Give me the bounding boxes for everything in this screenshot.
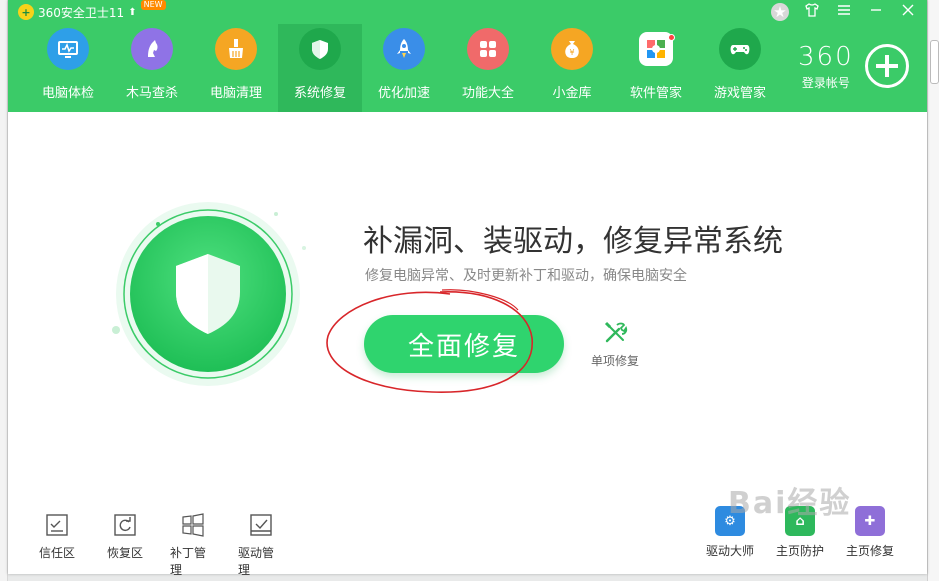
app-name: 360安全卫士11 (38, 5, 125, 20)
nav-label: 电脑清理 (209, 86, 262, 101)
new-badge: NEW (140, 0, 166, 10)
medal-icon[interactable]: ★ (771, 3, 789, 21)
horse-icon (131, 28, 173, 70)
close-icon[interactable] (899, 3, 917, 21)
tool-label: 信任区 (38, 546, 75, 560)
tool-driver-master[interactable]: ⚙ 驱动大师 (705, 506, 755, 559)
rocket-icon (383, 28, 425, 70)
broom-icon (215, 28, 257, 70)
nav-label: 功能大全 (461, 86, 514, 101)
apps-icon (639, 32, 675, 66)
menu-icon[interactable] (835, 3, 853, 21)
single-repair-label: 单项修复 (591, 354, 640, 368)
bottom-right-tools: ⚙ 驱动大师 ⌂ 主页防护 ✚ 主页修复 (705, 506, 895, 559)
tool-restore-zone[interactable]: 恢复区 (102, 512, 148, 578)
grid-icon (467, 28, 509, 70)
tool-trust-zone[interactable]: 信任区 (34, 512, 80, 578)
upgrade-arrow-icon[interactable]: ⬆ (128, 7, 136, 18)
main-nav: 电脑体检 木马查杀 电脑清理 系统修复 优化加速 功能大全 ¥ 小金库 软件管家… (26, 24, 782, 112)
nav-item-software[interactable]: 软件管家 (614, 24, 698, 112)
full-repair-button[interactable]: 全面修复 (364, 315, 564, 373)
brand-logo: 360 (798, 42, 854, 72)
login-area[interactable]: 360 登录帐号 (798, 44, 854, 91)
notification-dot (668, 34, 675, 41)
tool-driver-manage[interactable]: 驱动管理 (238, 512, 284, 578)
nav-item-cleanup[interactable]: 电脑清理 (194, 24, 278, 112)
nav-label: 游戏管家 (713, 86, 766, 101)
svg-text:¥: ¥ (569, 48, 574, 57)
tool-label: 驱动大师 (705, 544, 754, 558)
tool-label: 驱动管理 (238, 546, 275, 577)
nav-label: 电脑体检 (41, 86, 94, 101)
app-logo-icon: + (18, 4, 34, 20)
repair-shield-graphic (108, 196, 308, 396)
nav-item-system-repair[interactable]: 系统修复 (278, 24, 362, 112)
background-app-right (927, 0, 939, 581)
app-window: + 360安全卫士11 ⬆ NEW ★ 电脑体检 木马查杀 电脑清理 系统修复 … (8, 0, 927, 577)
background-app-left (0, 0, 8, 581)
gamepad-icon (719, 28, 761, 70)
tool-label: 补丁管理 (170, 546, 207, 577)
tool-homepage-repair[interactable]: ✚ 主页修复 (845, 506, 895, 559)
restore-zone-icon (114, 514, 136, 536)
nav-label: 小金库 (552, 86, 592, 101)
tool-patch-manage[interactable]: 补丁管理 (170, 512, 216, 578)
nav-label: 软件管家 (629, 86, 682, 101)
tools-icon (604, 321, 628, 343)
tool-homepage-protect[interactable]: ⌂ 主页防护 (775, 506, 825, 559)
tool-label: 主页防护 (775, 544, 824, 558)
background-scrollbar (930, 40, 939, 84)
monitor-icon (47, 28, 89, 70)
nav-label: 系统修复 (293, 86, 346, 101)
title-bar: + 360安全卫士11 ⬆ NEW ★ 电脑体检 木马查杀 电脑清理 系统修复 … (8, 0, 927, 112)
nav-item-games[interactable]: 游戏管家 (698, 24, 782, 112)
homepage-protect-icon: ⌂ (785, 506, 815, 536)
page-headline: 补漏洞、装驱动，修复异常系统 (363, 224, 783, 259)
screen: + 360安全卫士11 ⬆ NEW ★ 电脑体检 木马查杀 电脑清理 系统修复 … (0, 0, 939, 581)
skin-icon[interactable] (803, 2, 821, 22)
shield-icon (299, 28, 341, 70)
driver-master-icon: ⚙ (715, 506, 745, 536)
patch-manage-icon (182, 513, 204, 537)
bottom-toolbar: 信任区 恢复区 补丁管理 驱动管理 (34, 512, 284, 578)
login-plus-button[interactable] (865, 44, 909, 88)
nav-item-checkup[interactable]: 电脑体检 (26, 24, 110, 112)
single-repair-button[interactable]: 单项修复 (591, 320, 639, 369)
driver-manage-icon (250, 514, 272, 536)
homepage-repair-icon: ✚ (855, 506, 885, 536)
nav-item-features[interactable]: 功能大全 (446, 24, 530, 112)
nav-item-speedup[interactable]: 优化加速 (362, 24, 446, 112)
app-title: + 360安全卫士11 ⬆ NEW (18, 0, 166, 21)
tool-label: 主页修复 (845, 544, 894, 558)
trust-zone-icon (46, 514, 68, 536)
minimize-icon[interactable] (867, 3, 885, 21)
money-bag-icon: ¥ (551, 28, 593, 70)
nav-label: 木马查杀 (125, 86, 178, 101)
nav-item-vault[interactable]: ¥ 小金库 (530, 24, 614, 112)
login-label: 登录帐号 (801, 76, 850, 90)
nav-item-trojan-scan[interactable]: 木马查杀 (110, 24, 194, 112)
nav-label: 优化加速 (377, 86, 430, 101)
window-controls: ★ (771, 2, 917, 22)
tool-label: 恢复区 (106, 546, 143, 560)
page-subline: 修复电脑异常、及时更新补丁和驱动，确保电脑安全 (365, 268, 687, 284)
